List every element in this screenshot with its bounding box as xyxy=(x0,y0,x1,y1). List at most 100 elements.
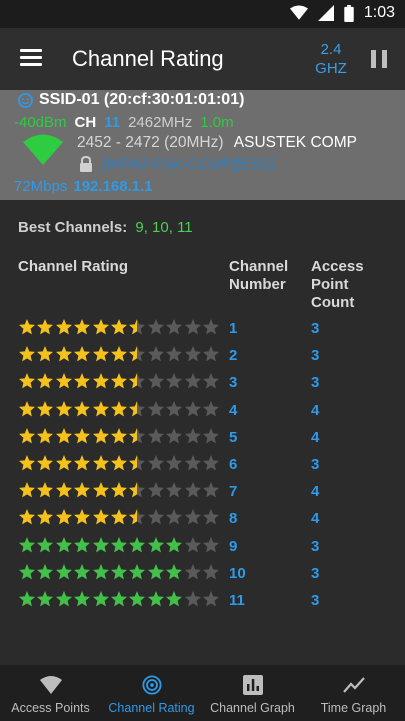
star-icon xyxy=(19,454,35,471)
star-icon xyxy=(184,482,201,498)
connected-network-card[interactable]: SSID-01 (20:cf:30:01:01:01) -40dBm CH 11… xyxy=(0,90,405,200)
star-icon xyxy=(92,590,109,607)
star-icon xyxy=(166,373,183,389)
star-icon xyxy=(19,563,35,580)
security-text: [WPA2-PSK-CCMP][ESS] xyxy=(102,156,275,173)
star-rating xyxy=(18,454,220,472)
channel-row: 23 xyxy=(18,345,398,372)
star-icon xyxy=(55,427,72,444)
star-icon xyxy=(74,427,91,444)
ap-count: 3 xyxy=(311,320,320,337)
channel-row: 44 xyxy=(18,400,398,427)
header-channel-number-line2: Number xyxy=(229,276,286,293)
star-icon xyxy=(55,346,72,362)
channel-row: 54 xyxy=(18,427,398,454)
star-icon xyxy=(92,400,109,416)
star-icon xyxy=(55,373,72,389)
star-icon xyxy=(92,427,109,444)
star-icon xyxy=(147,454,164,471)
vendor: ASUSTEK COMP xyxy=(233,134,357,151)
channel-number: 1 xyxy=(229,320,238,337)
star-icon xyxy=(147,427,164,444)
pause-icon[interactable] xyxy=(371,50,387,68)
star-icon xyxy=(184,590,201,607)
page-title: Channel Rating xyxy=(72,46,224,71)
star-icon xyxy=(129,536,146,552)
star-icon xyxy=(166,427,183,444)
star-icon xyxy=(19,536,35,552)
ap-count: 3 xyxy=(311,455,320,473)
header-ap-count-line3: Count xyxy=(311,294,355,311)
star-icon xyxy=(184,536,201,552)
ssid-line: SSID-01 (20:cf:30:01:01:01) xyxy=(18,91,244,109)
star-rating xyxy=(18,372,220,390)
star-icon xyxy=(110,400,127,416)
star-icon xyxy=(184,427,201,444)
star-icon xyxy=(147,590,164,607)
lock-icon xyxy=(80,156,92,172)
star-rating xyxy=(18,590,220,608)
frequency-range: 2452 - 2472 xyxy=(77,134,160,151)
channel-number: 3 xyxy=(229,374,238,392)
star-icon xyxy=(92,536,109,552)
star-icon xyxy=(92,373,109,389)
star-rating xyxy=(18,427,220,445)
star-icon xyxy=(19,319,35,335)
star-icon xyxy=(202,373,219,389)
frequency-range-line: 2452 - 2472 (20MHz) ASUSTEK COMP xyxy=(77,134,357,152)
band-toggle[interactable]: 2.4 GHZ xyxy=(310,40,352,78)
star-icon xyxy=(37,536,54,552)
channel-row: 63 xyxy=(18,454,398,481)
band-value: 2.4 xyxy=(320,41,342,58)
nav-label: Channel Rating xyxy=(108,701,195,715)
star-icon xyxy=(19,373,35,389)
star-rating xyxy=(18,345,220,363)
nav-channel-rating[interactable]: Channel Rating xyxy=(101,665,202,721)
star-icon xyxy=(37,454,54,471)
star-icon xyxy=(184,509,201,525)
star-icon xyxy=(92,346,109,362)
star-icon xyxy=(92,319,109,335)
star-icon xyxy=(55,590,72,607)
star-icon xyxy=(166,509,183,525)
nav-access-points[interactable]: Access Points xyxy=(0,665,101,721)
channel-number: 7 xyxy=(229,483,238,501)
menu-icon[interactable] xyxy=(20,49,42,67)
nav-time-graph[interactable]: Time Graph xyxy=(303,665,404,721)
frequency: 2462MHz xyxy=(128,114,193,131)
star-icon xyxy=(202,427,219,444)
bar-chart-icon xyxy=(242,675,263,695)
star-icon xyxy=(202,454,219,471)
star-icon xyxy=(110,590,127,607)
ap-count: 4 xyxy=(311,510,320,528)
star-icon xyxy=(202,563,219,580)
header-ap-count: Access Point Count xyxy=(311,258,364,312)
battery-icon xyxy=(344,4,354,22)
ap-count: 4 xyxy=(311,401,320,419)
wifi-signal-icon xyxy=(23,134,63,165)
star-icon xyxy=(19,509,35,525)
star-icon xyxy=(129,482,146,498)
star-icon xyxy=(184,563,201,580)
wifi-icon xyxy=(39,676,62,694)
ap-count: 3 xyxy=(311,537,320,555)
star-icon xyxy=(74,482,91,498)
star-icon xyxy=(202,346,219,362)
star-icon xyxy=(129,400,146,416)
star-icon xyxy=(166,346,183,362)
star-icon xyxy=(74,563,91,580)
best-channels: Best Channels: 9, 10, 11 xyxy=(18,219,193,236)
star-icon xyxy=(129,427,146,444)
channel-row: 93 xyxy=(18,536,398,563)
channel-number: 4 xyxy=(229,401,238,419)
channel-number: 5 xyxy=(229,428,238,446)
nav-channel-graph[interactable]: Channel Graph xyxy=(202,665,303,721)
star-icon xyxy=(184,454,201,471)
ssid-text: SSID-01 (20:cf:30:01:01:01) xyxy=(39,91,245,108)
ap-count: 3 xyxy=(311,374,320,392)
star-icon xyxy=(147,373,164,389)
channel-number: 9 xyxy=(229,537,238,555)
header-ap-count-line1: Access xyxy=(311,258,364,275)
channel-row: 74 xyxy=(18,481,398,508)
band-unit: GHZ xyxy=(315,60,347,77)
